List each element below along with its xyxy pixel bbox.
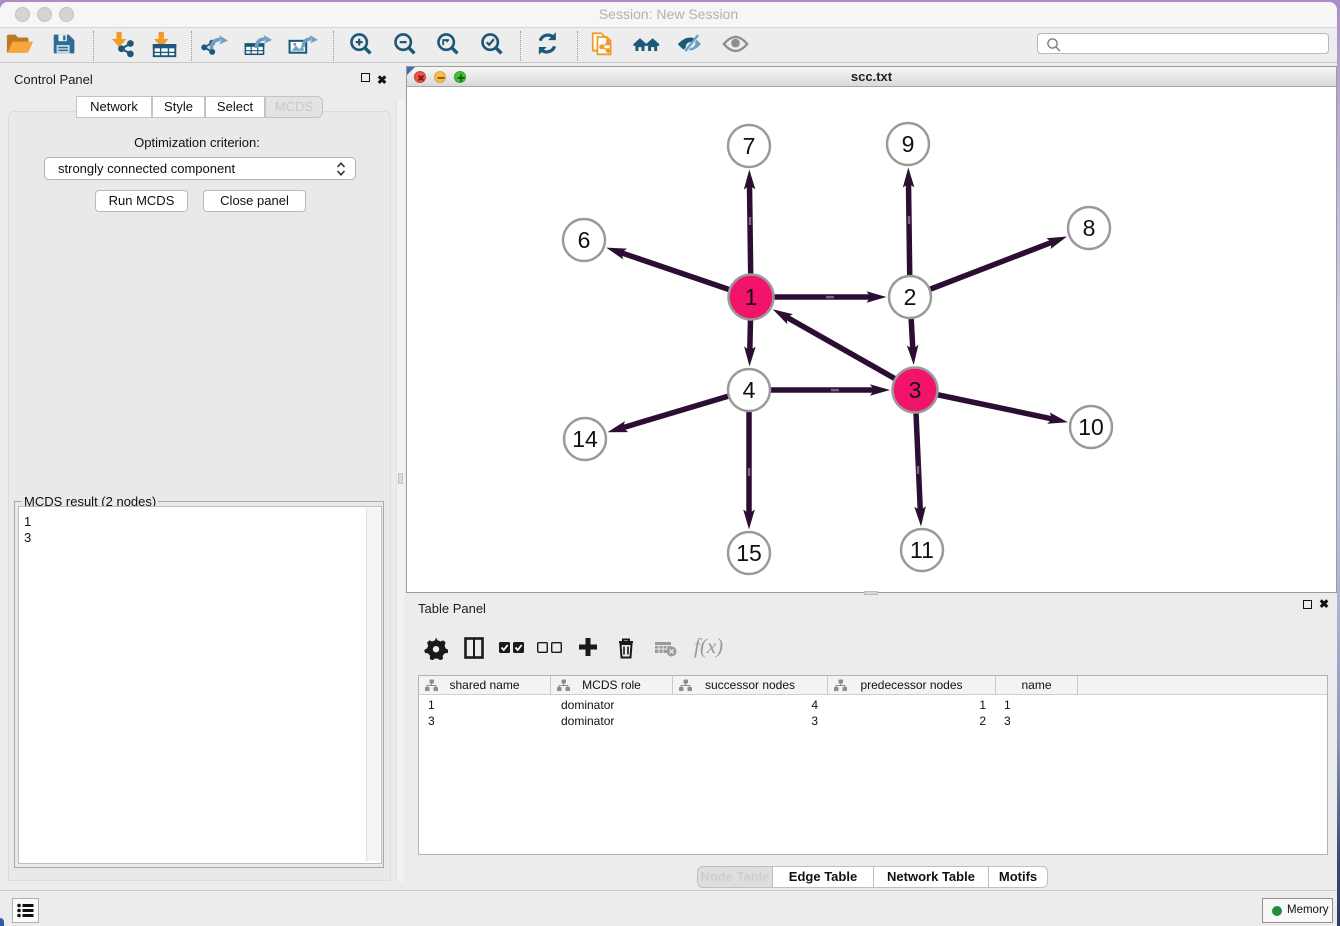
svg-text:8: 8 bbox=[1083, 215, 1096, 241]
svg-text:15: 15 bbox=[736, 540, 762, 566]
svg-text:1: 1 bbox=[745, 284, 758, 310]
svg-text:14: 14 bbox=[572, 426, 598, 452]
svg-text:11: 11 bbox=[910, 537, 934, 563]
svg-text:2: 2 bbox=[904, 284, 917, 310]
svg-text:7: 7 bbox=[743, 133, 756, 159]
svg-text:3: 3 bbox=[909, 377, 922, 403]
svg-text:10: 10 bbox=[1078, 414, 1104, 440]
svg-text:6: 6 bbox=[578, 227, 591, 253]
svg-text:4: 4 bbox=[743, 377, 756, 403]
svg-text:9: 9 bbox=[902, 131, 915, 157]
